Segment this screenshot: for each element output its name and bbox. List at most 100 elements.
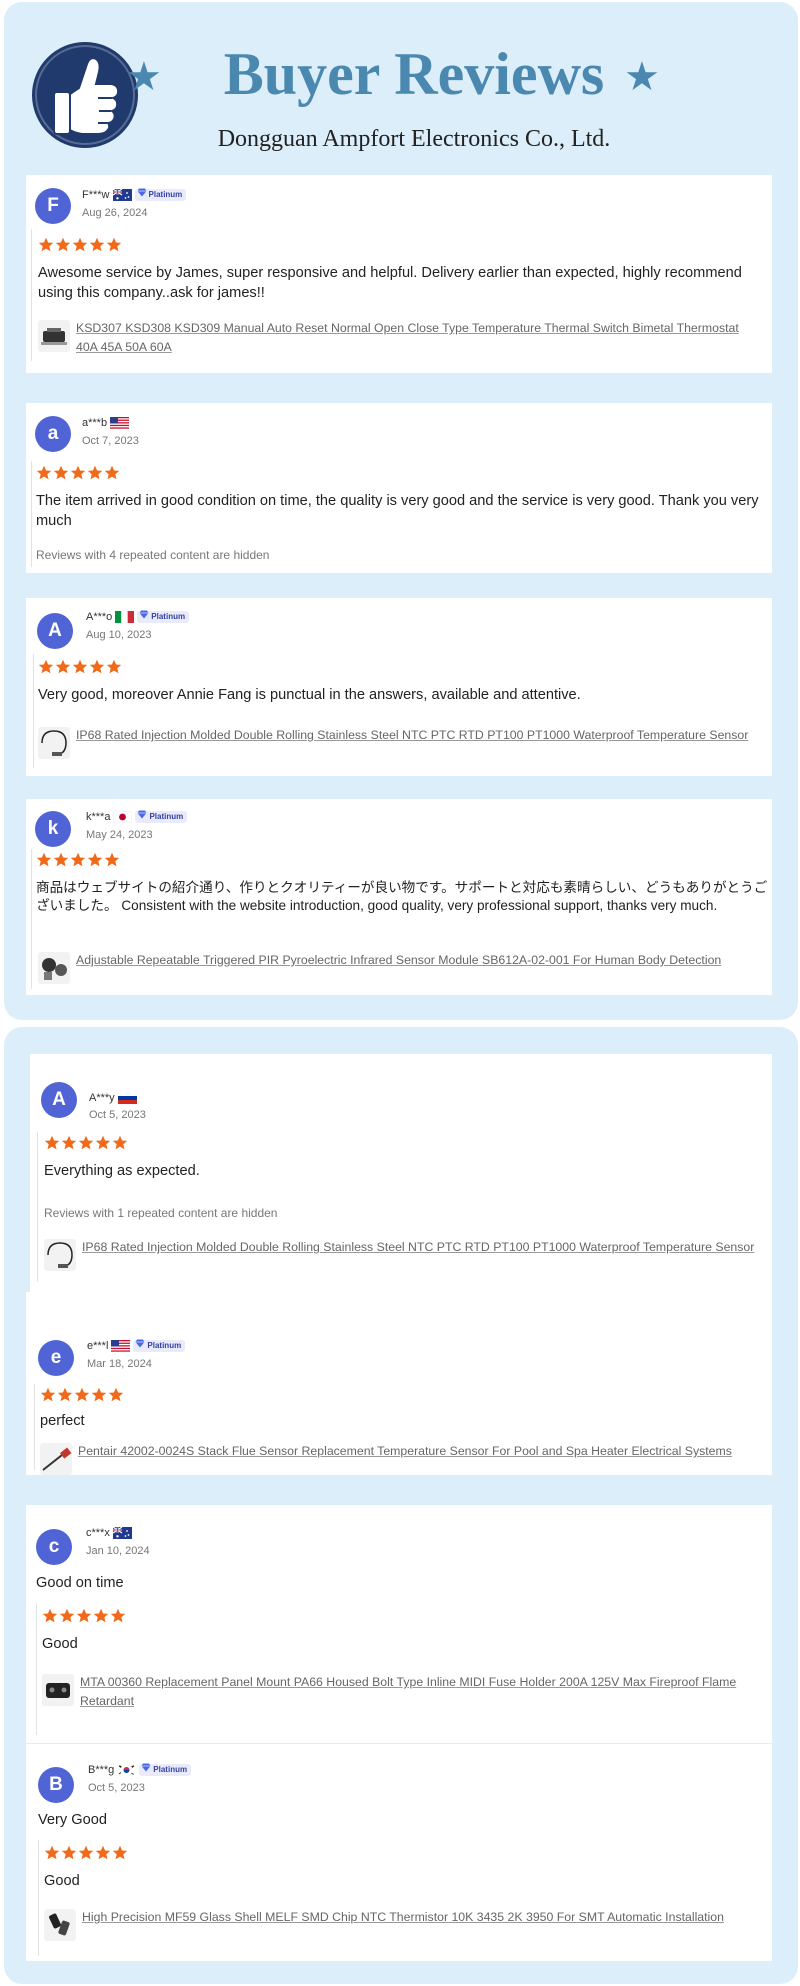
platinum-badge: Platinum (135, 810, 188, 823)
avatar: F (35, 188, 71, 224)
russia-flag-icon (117, 1092, 137, 1104)
review-card: k k***a Platinum May 24, 2023 商品はウェブサイトの… (26, 799, 772, 995)
product-link[interactable]: Pentair 42002-0024S Stack Flue Sensor Re… (40, 1442, 766, 1475)
product-title[interactable]: IP68 Rated Injection Molded Double Rolli… (82, 1238, 754, 1257)
reviews-panel-2: A A***y Oct 5, 2023 Everything as expect… (4, 1027, 798, 1984)
avatar: A (37, 613, 73, 649)
star-icon (110, 1608, 126, 1623)
star-rating (38, 237, 122, 253)
japan-flag-icon (113, 810, 133, 824)
badge-label: Platinum (151, 612, 186, 621)
thumbs-up-logo (32, 42, 138, 148)
badge-label: Platinum (149, 812, 184, 821)
fuse-holder-icon (42, 1674, 74, 1706)
star-icon (42, 1608, 58, 1623)
star-icon (44, 1845, 60, 1860)
thermistor-icon (44, 1909, 76, 1941)
star-icon (55, 237, 71, 252)
product-link[interactable]: MTA 00360 Replacement Panel Mount PA66 H… (42, 1673, 764, 1711)
review-text: perfect (40, 1413, 85, 1429)
star-icon (93, 1608, 109, 1623)
product-title[interactable]: Adjustable Repeatable Triggered PIR Pyro… (76, 951, 721, 970)
star-icon (112, 1135, 128, 1150)
review-card: a a***b Oct 7, 2023 The item arrived in … (26, 403, 772, 573)
star-icon (38, 659, 54, 674)
product-title[interactable]: Pentair 42002-0024S Stack Flue Sensor Re… (78, 1442, 732, 1461)
product-link[interactable]: High Precision MF59 Glass Shell MELF SMD… (44, 1908, 764, 1941)
cable-sensor-icon (44, 1239, 76, 1271)
korea-flag-icon (117, 1764, 137, 1776)
avatar: c (36, 1529, 72, 1565)
product-title[interactable]: MTA 00360 Replacement Panel Mount PA66 H… (80, 1673, 764, 1711)
review-card: A A***y Oct 5, 2023 Everything as expect… (30, 1054, 772, 1292)
badge-label: Platinum (148, 190, 183, 199)
reviewer-name: A***y (89, 1091, 137, 1105)
star-icon (78, 1135, 94, 1150)
review-date: May 24, 2023 (86, 829, 153, 841)
avatar: e (38, 1340, 74, 1376)
star-icon (72, 659, 88, 674)
product-link[interactable]: IP68 Rated Injection Molded Double Rolli… (44, 1238, 764, 1271)
star-icon (53, 852, 69, 867)
probe-icon (40, 1443, 72, 1475)
star-icon (36, 852, 52, 867)
star-rating (42, 1608, 126, 1624)
diamond-icon (137, 188, 147, 202)
star-icon (74, 1387, 90, 1402)
review-text: Awesome service by James, super responsi… (38, 265, 742, 301)
australia-flag-icon (112, 1526, 132, 1539)
divider-line (38, 1840, 39, 1956)
pir-module-icon (38, 952, 70, 984)
divider-line (33, 654, 34, 768)
review-date: Aug 26, 2024 (82, 207, 148, 219)
star-icon (112, 1845, 128, 1860)
diamond-icon (139, 610, 149, 624)
star-icon (55, 659, 71, 674)
star-icon (91, 1387, 107, 1402)
platinum-badge: Platinum (133, 1339, 186, 1352)
review-headline: Good on time (36, 1575, 124, 1591)
product-title[interactable]: High Precision MF59 Glass Shell MELF SMD… (82, 1908, 724, 1927)
star-icon (108, 1387, 124, 1402)
usa-flag-icon (110, 417, 130, 429)
star-icon (72, 237, 88, 252)
star-icon (87, 465, 103, 480)
reviewer-name: B***g Platinum (88, 1763, 192, 1777)
star-icon (89, 237, 105, 252)
star-rating (44, 1845, 128, 1861)
star-icon (59, 1608, 75, 1623)
reviewer-username: A***o (86, 611, 113, 623)
reviewer-name: e***l Platinum (87, 1339, 186, 1353)
review-headline: Very Good (38, 1812, 107, 1828)
diamond-icon (141, 1763, 151, 1777)
star-icon (57, 1387, 73, 1402)
divider-line (37, 1132, 38, 1282)
star-icon (70, 465, 86, 480)
product-link[interactable]: Adjustable Repeatable Triggered PIR Pyro… (38, 951, 764, 984)
review-card: B B***g Platinum Oct 5, 2023 Very Good G… (26, 1744, 772, 1961)
hidden-reviews-note: Reviews with 1 repeated content are hidd… (44, 1206, 278, 1220)
star-icon (61, 1845, 77, 1860)
review-text: Good (42, 1636, 78, 1652)
decorative-star-icon: ★ (624, 54, 660, 100)
platinum-badge: Platinum (139, 1763, 192, 1777)
product-title[interactable]: IP68 Rated Injection Molded Double Rolli… (76, 726, 748, 745)
product-link[interactable]: KSD307 KSD308 KSD309 Manual Auto Reset N… (38, 319, 764, 357)
star-icon (104, 852, 120, 867)
reviewer-name: A***o Platinum (86, 610, 190, 624)
review-card: F F***w Platinum Aug 26, 2024 Awesome se… (26, 175, 772, 373)
reviewer-name: c***x (86, 1526, 132, 1540)
page-header: ★ Buyer Reviews ★ Dongguan Ampfort Elect… (4, 2, 798, 170)
star-rating (44, 1135, 128, 1151)
star-icon (106, 237, 122, 252)
star-icon (44, 1135, 60, 1150)
avatar: A (41, 1082, 77, 1118)
star-icon (70, 852, 86, 867)
page-title: Buyer Reviews (223, 41, 605, 107)
product-title[interactable]: KSD307 KSD308 KSD309 Manual Auto Reset N… (76, 319, 764, 357)
review-date: Oct 7, 2023 (82, 435, 139, 447)
star-rating (40, 1387, 124, 1403)
review-card: A A***o Platinum Aug 10, 2023 Very good,… (26, 598, 772, 776)
product-link[interactable]: IP68 Rated Injection Molded Double Rolli… (38, 726, 764, 759)
divider-line (31, 229, 32, 361)
